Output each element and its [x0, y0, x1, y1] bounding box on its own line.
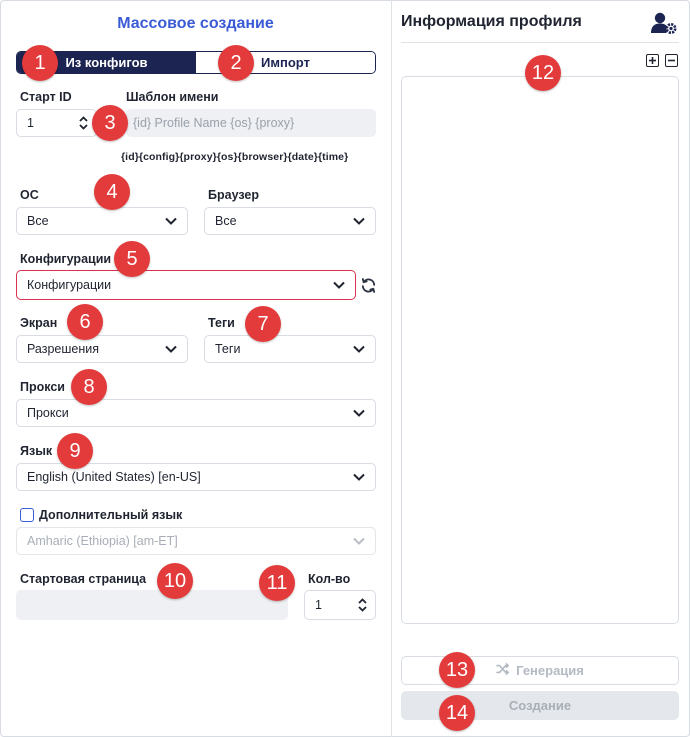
start-id-stepper-icon[interactable]	[79, 116, 88, 130]
badge-8: 8	[71, 369, 107, 405]
name-template-input[interactable]: {id} Profile Name {os} {proxy}	[126, 109, 376, 137]
badge-9: 9	[57, 433, 93, 469]
configs-select[interactable]: Конфигурации	[16, 270, 356, 300]
plus-square-icon[interactable]	[646, 54, 659, 67]
chevron-down-icon	[353, 217, 365, 225]
os-select-value: Все	[27, 214, 49, 228]
chevron-down-icon	[165, 345, 177, 353]
extra-language-label: Дополнительный язык	[39, 508, 183, 522]
os-select[interactable]: Все	[16, 207, 188, 235]
tags-label: Теги	[208, 316, 235, 330]
proxy-select[interactable]: Прокси	[16, 399, 376, 427]
extra-language-checkbox[interactable]	[20, 508, 34, 522]
badge-6: 6	[67, 304, 103, 340]
badge-7: 7	[245, 306, 281, 342]
generate-button-label: Генерация	[516, 663, 584, 678]
badge-2: 2	[218, 45, 254, 81]
count-input[interactable]: 1	[304, 590, 376, 620]
start-id-label: Старт ID	[20, 90, 72, 104]
minus-square-icon[interactable]	[665, 54, 678, 67]
badge-12: 12	[525, 55, 561, 91]
start-id-input[interactable]: 1	[16, 109, 97, 137]
os-label: ОС	[20, 188, 39, 202]
browser-label: Браузер	[208, 188, 259, 202]
extra-language-select-value: Amharic (Ethiopia) [am-ET]	[27, 534, 178, 548]
language-label: Язык	[20, 444, 53, 458]
chevron-down-icon	[165, 217, 177, 225]
chevron-down-icon	[353, 537, 365, 545]
shuffle-icon	[496, 663, 510, 678]
start-page-label: Стартовая страница	[20, 572, 147, 586]
badge-10: 10	[157, 563, 193, 599]
panel-divider	[391, 0, 392, 737]
chevron-down-icon	[353, 345, 365, 353]
profile-info-title: Информация профиля	[401, 13, 582, 30]
badge-14: 14	[439, 695, 475, 731]
name-template-placeholder: {id} Profile Name {os} {proxy}	[133, 116, 295, 130]
badge-4: 4	[94, 174, 130, 210]
count-stepper-icon[interactable]	[358, 598, 367, 612]
browser-select-value: Все	[215, 214, 237, 228]
screen-label: Экран	[20, 316, 58, 330]
refresh-icon[interactable]	[360, 277, 377, 294]
mode-toggle: Из конфигов Импорт	[16, 51, 376, 74]
extra-language-select[interactable]: Amharic (Ethiopia) [am-ET]	[16, 527, 376, 555]
screen-select[interactable]: Разрешения	[16, 335, 188, 363]
badge-13: 13	[439, 652, 475, 688]
tags-select[interactable]: Теги	[204, 335, 376, 363]
badge-5: 5	[114, 241, 150, 277]
badge-11: 11	[259, 565, 295, 601]
start-id-value: 1	[27, 116, 34, 130]
name-template-label: Шаблон имени	[126, 90, 219, 104]
chevron-down-icon	[333, 281, 345, 289]
tags-select-value: Теги	[215, 342, 241, 356]
start-page-input[interactable]	[16, 590, 288, 620]
proxy-label: Прокси	[20, 380, 65, 394]
browser-select[interactable]: Все	[204, 207, 376, 235]
chevron-down-icon	[353, 473, 365, 481]
chevron-down-icon	[353, 409, 365, 417]
language-select-value: English (United States) [en-US]	[27, 470, 201, 484]
user-gear-icon[interactable]	[650, 11, 678, 35]
create-button-label: Создание	[508, 698, 572, 713]
proxy-select-value: Прокси	[27, 406, 69, 420]
profile-info-panel	[401, 76, 679, 624]
count-label: Кол-во	[308, 572, 351, 586]
badge-1: 1	[22, 45, 58, 81]
configs-label: Конфигурации	[20, 252, 112, 266]
left-panel-title: Массовое создание	[117, 15, 274, 32]
count-value: 1	[315, 598, 322, 612]
screen-select-value: Разрешения	[27, 342, 100, 356]
profile-info-separator	[401, 42, 679, 43]
configs-select-value: Конфигурации	[27, 278, 112, 292]
badge-3: 3	[92, 105, 128, 141]
template-variables-hint: {id}{config}{proxy}{os}{browser}{date}{t…	[121, 151, 349, 163]
